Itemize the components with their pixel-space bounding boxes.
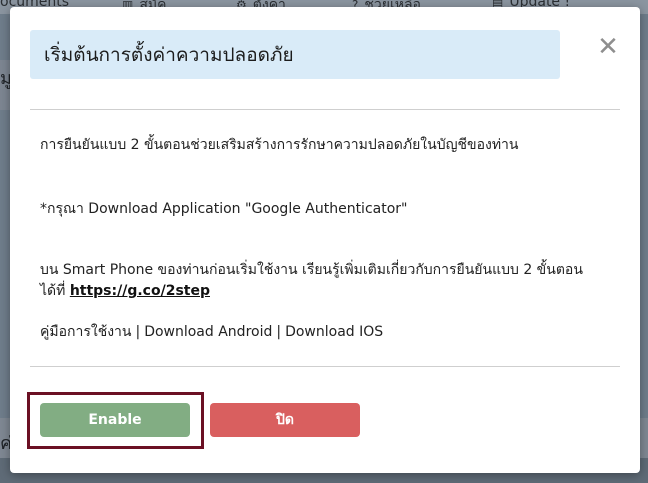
intro-text: การยืนยันแบบ 2 ขั้นตอนช่วยเสริมสร้างการร… <box>40 137 519 153</box>
download-android-link[interactable]: Download Android <box>144 322 272 343</box>
link-separator: | <box>135 324 141 340</box>
instruction-link-line: ได้ที่ https://g.co/2step <box>40 281 615 302</box>
footer-divider <box>30 366 620 367</box>
modal-title: เริ่มต้นการตั้งค่าความปลอดภัย <box>30 30 560 79</box>
download-ios-link[interactable]: Download IOS <box>285 322 383 343</box>
close-icon[interactable]: ✕ <box>594 32 622 62</box>
close-button[interactable]: ปิด <box>210 403 360 437</box>
instruction-text: บน Smart Phone ของท่านก่อนเริ่มใช้งาน เร… <box>40 260 615 302</box>
instruction-line: บน Smart Phone ของท่านก่อนเริ่มใช้งาน เร… <box>40 262 583 278</box>
link-separator: | <box>276 324 282 340</box>
instruction-prefix: ได้ที่ <box>40 283 70 299</box>
two-step-link[interactable]: https://g.co/2step <box>70 283 210 299</box>
header-divider <box>30 109 620 110</box>
download-notice: *กรุณา Download Application "Google Auth… <box>40 201 408 217</box>
enable-button[interactable]: Enable <box>40 403 190 437</box>
resource-links: คู่มือการใช้งาน | Download Android | Dow… <box>40 322 615 343</box>
manual-link[interactable]: คู่มือการใช้งาน <box>40 322 131 343</box>
